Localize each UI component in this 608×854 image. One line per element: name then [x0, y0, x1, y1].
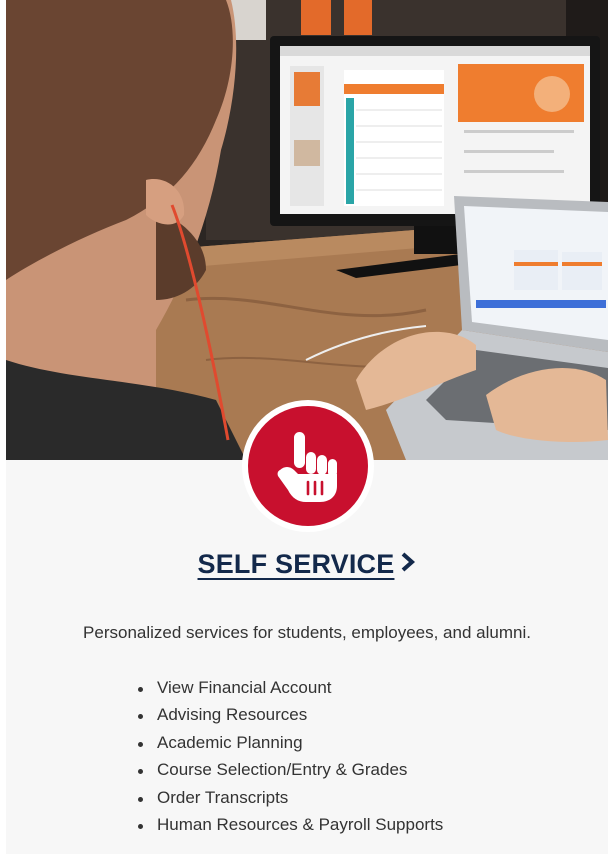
self-service-badge[interactable] [242, 400, 374, 532]
badge-circle [248, 406, 368, 526]
list-item: Academic Planning [137, 731, 443, 758]
list-item: Advising Resources [137, 703, 443, 730]
self-service-description: Personalized services for students, empl… [83, 623, 531, 642]
hero-photo [6, 0, 608, 460]
list-item: Order Transcripts [137, 786, 443, 813]
self-service-title-row: SELF SERVICE [6, 548, 608, 580]
self-service-card: SELF SERVICE Personalized services for s… [6, 0, 608, 854]
list-item: Human Resources & Payroll Supports [137, 813, 443, 840]
self-service-link[interactable]: SELF SERVICE [198, 549, 395, 579]
self-service-list: View Financial Account Advising Resource… [137, 676, 443, 840]
list-item: View Financial Account [137, 676, 443, 703]
pointing-hand-icon [277, 432, 337, 502]
list-item: Course Selection/Entry & Grades [137, 758, 443, 785]
chevron-right-icon[interactable] [400, 548, 416, 579]
